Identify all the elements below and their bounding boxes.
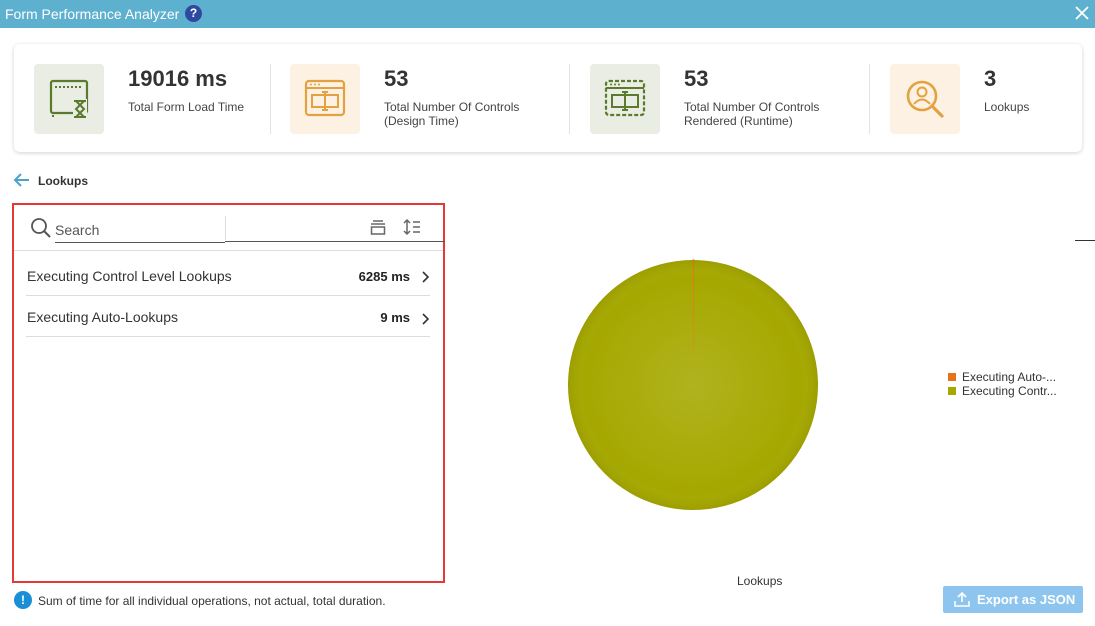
list-header-divider <box>14 250 443 251</box>
title-bar: Form Performance Analyzer ? <box>0 0 1095 28</box>
sort-icon[interactable] <box>403 218 421 236</box>
info-icon: ! <box>14 591 32 609</box>
text-control-runtime-icon <box>590 64 660 134</box>
stat-label: Total Form Load Time <box>128 100 245 114</box>
list-item-name: Executing Control Level Lookups <box>27 268 232 284</box>
pie-shade <box>568 260 818 510</box>
list-item[interactable]: Executing Auto-Lookups 9 ms <box>26 296 430 337</box>
legend-label: Executing Auto-... <box>962 370 1057 384</box>
list-item-name: Executing Auto-Lookups <box>27 309 178 325</box>
toolbar-underline <box>225 241 445 242</box>
arrow-left-icon <box>13 173 29 187</box>
search-input[interactable] <box>55 217 225 243</box>
legend-swatch <box>948 387 956 395</box>
stat-value: 53 <box>684 66 709 91</box>
stat-divider <box>270 64 271 134</box>
stat-value: 53 <box>384 66 409 91</box>
stat-value: 19016 ms <box>128 66 228 91</box>
stats-summary-card: 19016 ms Total Form Load Time 53 Total N… <box>14 44 1082 152</box>
stat-label: Total Number Of Controls (Design Time) <box>384 100 520 128</box>
collapse-all-icon[interactable] <box>370 219 386 235</box>
search-icon <box>31 218 51 238</box>
hourglass-window-icon <box>34 64 104 134</box>
chevron-right-icon <box>422 271 430 283</box>
export-json-button[interactable]: Export as JSON <box>943 586 1083 613</box>
stat-value: 3 <box>984 66 997 91</box>
back-link-label: Lookups <box>38 174 88 188</box>
stat-label: Total Number Of Controls Rendered (Runti… <box>684 100 820 128</box>
lookups-list-panel: Executing Control Level Lookups 6285 ms … <box>12 203 445 583</box>
upload-icon <box>954 592 970 607</box>
lookup-search-icon <box>890 64 960 134</box>
chart-caption: Lookups <box>737 574 783 588</box>
help-icon[interactable]: ? <box>185 5 202 22</box>
info-note-text: Sum of time for all individual operation… <box>38 594 386 608</box>
legend-label: Executing Contr... <box>962 384 1057 398</box>
lookups-pie-chart <box>567 259 818 510</box>
stat-divider <box>869 64 870 134</box>
toolbar-divider <box>225 216 226 240</box>
text-control-icon <box>290 64 360 134</box>
chevron-right-icon <box>422 313 430 325</box>
legend-swatch <box>948 373 956 381</box>
close-icon[interactable] <box>1073 4 1091 22</box>
list-item-time: 6285 ms <box>358 269 410 284</box>
export-json-label: Export as JSON <box>977 592 1076 607</box>
list-item[interactable]: Executing Control Level Lookups 6285 ms <box>26 252 430 296</box>
stat-label: Lookups <box>984 100 1030 114</box>
list-item-time: 9 ms <box>380 310 410 325</box>
window-title: Form Performance Analyzer <box>5 6 180 22</box>
stat-divider <box>569 64 570 134</box>
